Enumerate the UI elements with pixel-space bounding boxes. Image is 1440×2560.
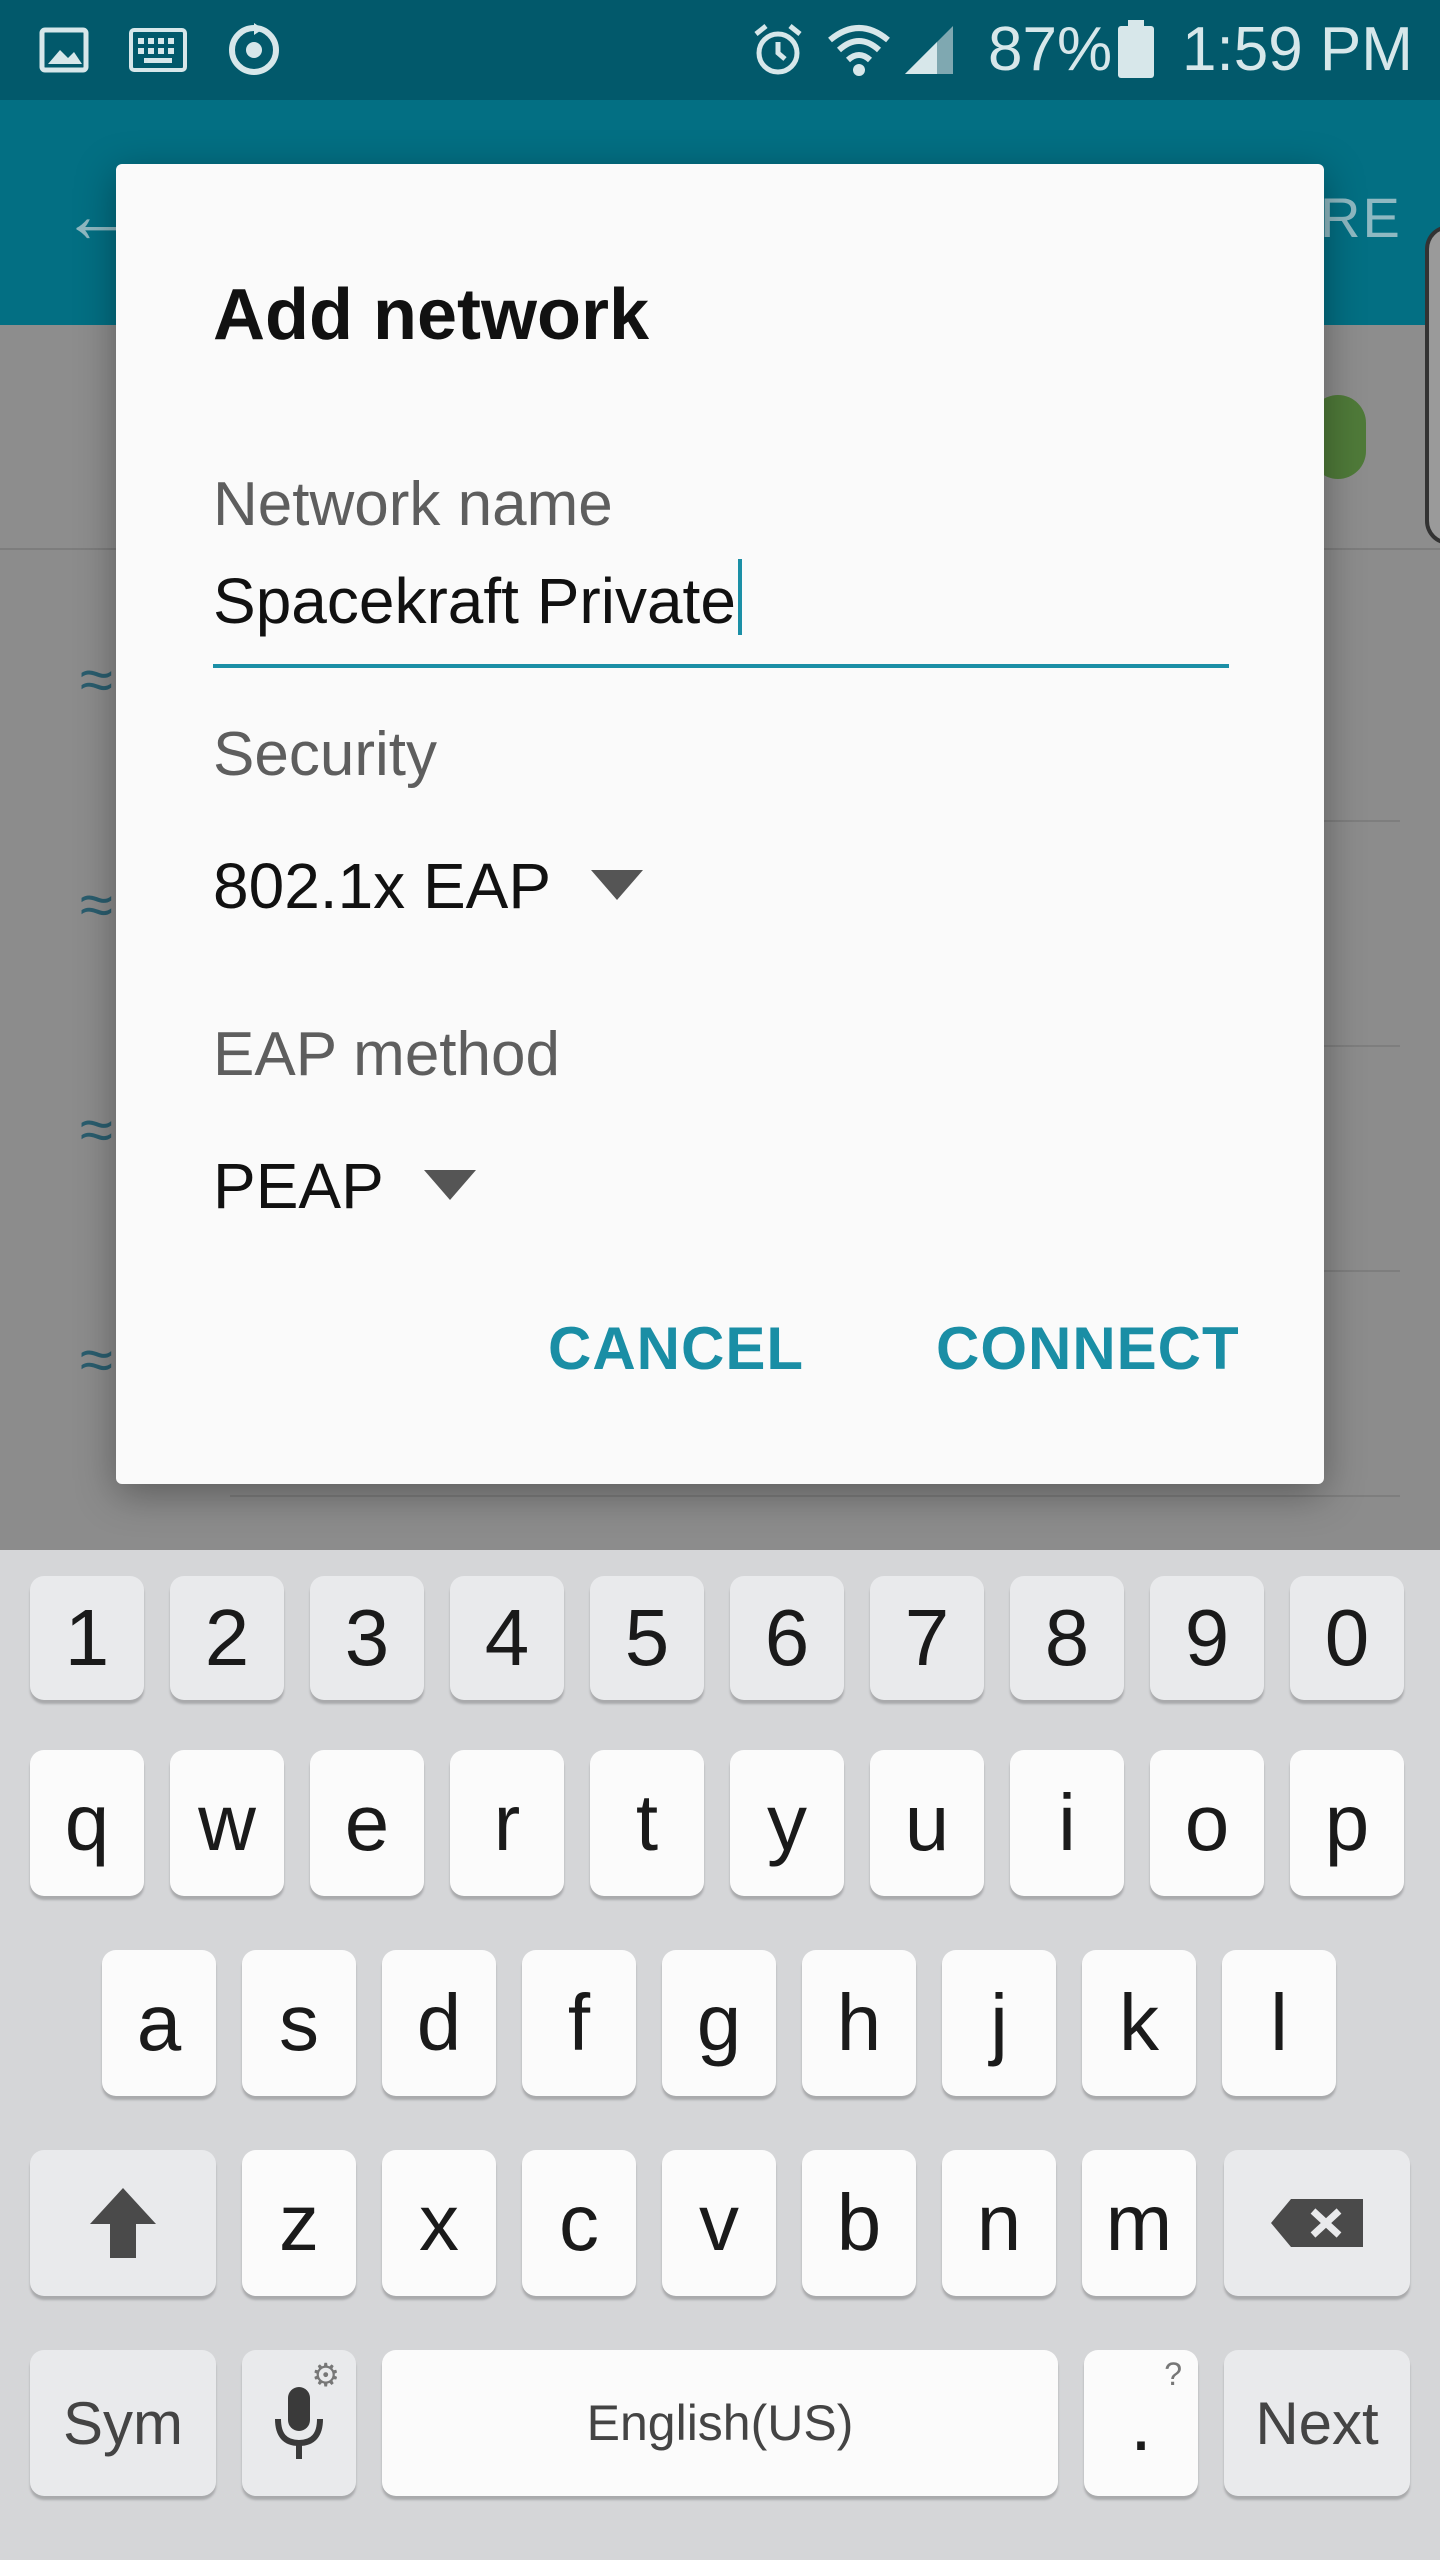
eap-method-dropdown[interactable]: PEAP: [213, 1149, 476, 1223]
eap-method-value: PEAP: [213, 1150, 384, 1222]
key-i[interactable]: i: [1010, 1750, 1124, 1896]
key-m[interactable]: m: [1082, 2150, 1196, 2296]
next-key[interactable]: Next: [1224, 2350, 1410, 2496]
network-name-label: Network name: [213, 470, 613, 539]
alarm-icon: [746, 18, 810, 82]
security-dropdown[interactable]: 802.1x EAP: [213, 849, 643, 923]
key-n[interactable]: n: [942, 2150, 1056, 2296]
key-5[interactable]: 5: [590, 1576, 704, 1700]
key-4[interactable]: 4: [450, 1576, 564, 1700]
key-l[interactable]: l: [1222, 1950, 1336, 2096]
text-cursor: [737, 559, 742, 635]
key-t[interactable]: t: [590, 1750, 704, 1896]
period-key[interactable]: ? .: [1084, 2350, 1198, 2496]
key-e[interactable]: e: [310, 1750, 424, 1896]
key-y[interactable]: y: [730, 1750, 844, 1896]
wifi-signal-icon: ≈: [80, 1326, 113, 1393]
dropdown-arrow-icon: [591, 870, 643, 900]
key-j[interactable]: j: [942, 1950, 1056, 2096]
period-key-hint: ?: [1164, 2356, 1182, 2392]
key-b[interactable]: b: [802, 2150, 916, 2296]
connect-button[interactable]: CONNECT: [936, 1314, 1240, 1383]
security-label: Security: [213, 720, 437, 789]
key-p[interactable]: p: [1290, 1750, 1404, 1896]
network-name-input[interactable]: Spacekraft Private: [213, 559, 742, 638]
add-network-dialog: Add network Network name Spacekraft Priv…: [116, 164, 1324, 1484]
key-h[interactable]: h: [802, 1950, 916, 2096]
network-name-value: Spacekraft Private: [213, 565, 736, 637]
shift-key[interactable]: [30, 2150, 216, 2296]
security-value: 802.1x EAP: [213, 850, 551, 922]
more-button[interactable]: RE: [1320, 185, 1402, 250]
key-6[interactable]: 6: [730, 1576, 844, 1700]
battery-icon: [1114, 18, 1158, 82]
key-1[interactable]: 1: [30, 1576, 144, 1700]
settings-gear-icon: ⚙: [311, 2357, 340, 2393]
key-c[interactable]: c: [522, 2150, 636, 2296]
key-2[interactable]: 2: [170, 1576, 284, 1700]
dialog-title: Add network: [213, 275, 650, 355]
period-key-label: .: [1129, 2378, 1153, 2467]
key-k[interactable]: k: [1082, 1950, 1196, 2096]
wifi-signal-icon: ≈: [80, 871, 113, 938]
key-o[interactable]: o: [1150, 1750, 1264, 1896]
clock: 1:59 PM: [1182, 15, 1413, 84]
key-0[interactable]: 0: [1290, 1576, 1404, 1700]
edge-panel-handle[interactable]: [1425, 225, 1440, 545]
soft-keyboard: 1 2 3 4 5 6 7 8 9 0 q w e r t y u i o p …: [0, 1550, 1440, 2560]
key-z[interactable]: z: [242, 2150, 356, 2296]
wifi-signal-icon: ≈: [80, 646, 113, 713]
space-key[interactable]: English(US): [382, 2350, 1058, 2496]
key-d[interactable]: d: [382, 1950, 496, 2096]
key-x[interactable]: x: [382, 2150, 496, 2296]
status-bar: 87% 1:59 PM: [0, 0, 1440, 100]
key-g[interactable]: g: [662, 1950, 776, 2096]
cancel-button[interactable]: CANCEL: [548, 1314, 804, 1383]
key-8[interactable]: 8: [1010, 1576, 1124, 1700]
sym-key[interactable]: Sym: [30, 2350, 216, 2496]
dropdown-arrow-icon: [423, 1170, 476, 1200]
keyboard-icon: [126, 18, 190, 82]
gallery-icon: [34, 18, 94, 82]
key-9[interactable]: 9: [1150, 1576, 1264, 1700]
eap-method-label: EAP method: [213, 1020, 560, 1089]
key-f[interactable]: f: [522, 1950, 636, 2096]
key-q[interactable]: q: [30, 1750, 144, 1896]
key-7[interactable]: 7: [870, 1576, 984, 1700]
divider: [230, 1495, 1400, 1497]
key-w[interactable]: w: [170, 1750, 284, 1896]
wifi-signal-icon: ≈: [80, 1096, 113, 1163]
battery-percent: 87%: [988, 15, 1113, 84]
key-v[interactable]: v: [662, 2150, 776, 2296]
shift-arrow-icon: [90, 2188, 156, 2258]
voice-input-key[interactable]: ⚙: [242, 2350, 356, 2496]
key-s[interactable]: s: [242, 1950, 356, 2096]
backspace-key[interactable]: [1224, 2150, 1410, 2296]
wifi-icon: [826, 18, 892, 82]
key-a[interactable]: a: [102, 1950, 216, 2096]
microphone-icon: [275, 2387, 323, 2459]
signal-icon: [898, 18, 960, 82]
backspace-icon: [1271, 2199, 1363, 2247]
sync-icon: [222, 18, 286, 82]
network-name-underline: [213, 664, 1229, 668]
key-u[interactable]: u: [870, 1750, 984, 1896]
key-r[interactable]: r: [450, 1750, 564, 1896]
key-3[interactable]: 3: [310, 1576, 424, 1700]
